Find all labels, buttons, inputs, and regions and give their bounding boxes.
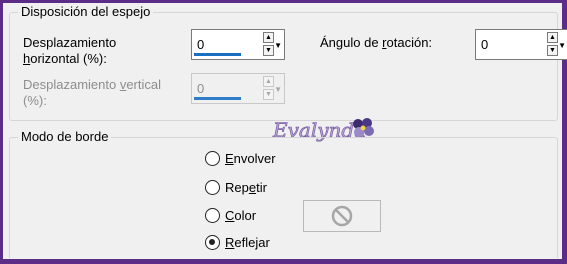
spin-down-arrow-icon[interactable]: ▼ (263, 45, 274, 56)
rotation-angle-label: Ángulo de rotación: (320, 35, 432, 51)
spin-down-arrow-icon[interactable]: ▼ (263, 89, 274, 100)
vertical-offset-value[interactable]: 0 (197, 82, 204, 96)
dropdown-arrow-icon[interactable]: ▼ (558, 42, 566, 50)
rotation-angle-label-pre: Ángulo de (320, 35, 383, 50)
radio-repeat-label[interactable]: Repetir (225, 180, 267, 196)
vertical-offset-label: Desplazamiento vertical (%): (23, 77, 161, 109)
radio-repeat-circle[interactable] (205, 180, 220, 195)
horizontal-offset-spinbox[interactable]: 0 ▲ ▼ ▼ (191, 29, 285, 60)
radio-reflect-circle[interactable] (205, 235, 220, 250)
vertical-offset-label-post: ertical (126, 77, 162, 92)
no-color-icon (331, 205, 353, 227)
horizontal-offset-label-line1: Desplazamiento (23, 35, 117, 50)
border-mode-group: Modo de borde (9, 129, 558, 258)
border-mode-group-title: Modo de borde (18, 129, 112, 145)
horizontal-offset-label-rest: orizontal (%): (30, 51, 107, 66)
flower-icon (353, 118, 374, 137)
horizontal-offset-label-line2: horizontal (%): (23, 51, 116, 67)
radio-repeat-label-pre: Rep (225, 180, 249, 195)
radio-color-label-rest: olor (234, 208, 257, 223)
spin-up-arrow-icon[interactable]: ▲ (263, 76, 274, 87)
radio-color-accelerator: C (225, 208, 235, 223)
radio-reflect-accelerator: R (225, 235, 235, 250)
spin-up-arrow-icon[interactable]: ▲ (547, 32, 558, 43)
rotation-angle-label-post: otación: (386, 35, 433, 50)
radio-repeat-accelerator: e (248, 180, 257, 195)
border-color-swatch[interactable] (303, 200, 381, 232)
radio-wrap-label[interactable]: Envolver (225, 151, 276, 167)
radio-wrap-circle[interactable] (205, 151, 220, 166)
horizontal-offset-slider-bar[interactable] (194, 53, 241, 56)
dropdown-arrow-icon[interactable]: ▼ (274, 86, 282, 94)
vertical-offset-label-line1: Desplazamiento vertical (23, 77, 161, 93)
radio-wrap-label-rest: nvolver (233, 151, 276, 166)
radio-reflect-label[interactable]: Reflejar (225, 235, 270, 251)
dropdown-arrow-icon[interactable]: ▼ (274, 42, 282, 50)
horizontal-offset-value[interactable]: 0 (197, 38, 204, 52)
vertical-offset-label-pre: Desplazamiento (23, 77, 120, 92)
horizontal-offset-label: Desplazamiento horizontal (%): (23, 35, 116, 67)
vertical-offset-label-line2: (%): (23, 93, 47, 108)
rotation-angle-value[interactable]: 0 (481, 38, 488, 52)
mirror-group-title: Disposición del espejo (18, 4, 154, 20)
radio-color-circle[interactable] (205, 208, 220, 223)
dialog-panel: Disposición del espejo Desplazamiento ho… (3, 3, 567, 259)
radio-color-label[interactable]: Color (225, 208, 256, 224)
spin-down-arrow-icon[interactable]: ▼ (547, 45, 558, 56)
radio-reflect-selected-dot (209, 239, 215, 245)
radio-wrap-accelerator: E (225, 151, 234, 166)
vertical-offset-slider-bar[interactable] (194, 97, 241, 100)
rotation-angle-spinbox[interactable]: 0 ▲ ▼ ▼ (475, 29, 567, 60)
radio-repeat-label-rest: tir (256, 180, 267, 195)
radio-reflect-label-rest: eflejar (234, 235, 270, 250)
vertical-offset-spinbox[interactable]: 0 ▲ ▼ ▼ (191, 73, 285, 104)
spin-up-arrow-icon[interactable]: ▲ (263, 32, 274, 43)
